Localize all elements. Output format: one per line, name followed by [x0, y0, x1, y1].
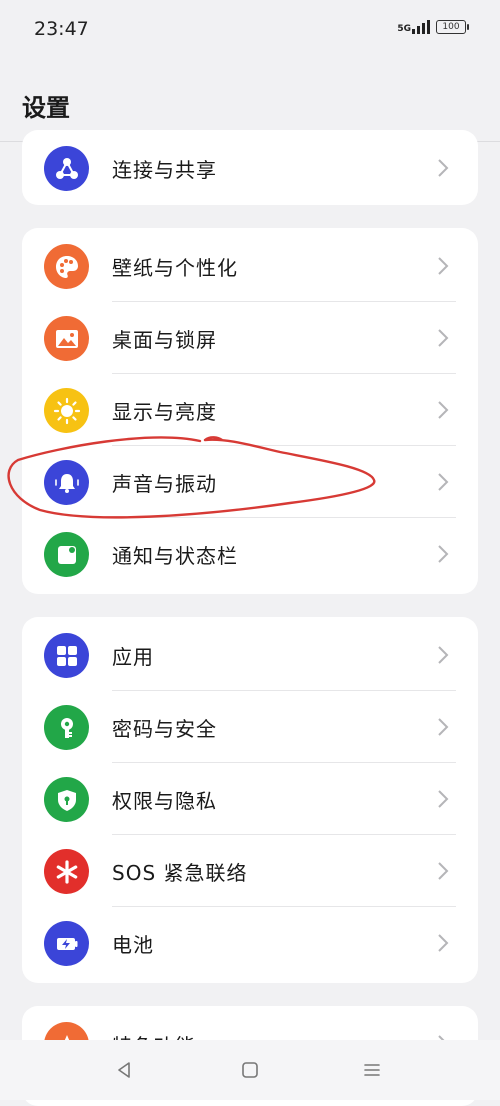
chevron-right-icon	[438, 159, 449, 177]
setting-label: 壁纸与个性化	[112, 256, 238, 280]
setting-label: SOS 紧急联络	[112, 861, 248, 885]
setting-item-connect-share[interactable]: 连接与共享	[22, 132, 478, 204]
setting-label: 权限与隐私	[112, 789, 217, 813]
setting-label: 应用	[112, 645, 154, 669]
bell-icon	[44, 460, 89, 505]
setting-label: 密码与安全	[112, 717, 217, 741]
setting-item-sound[interactable]: 声音与振动	[22, 446, 478, 518]
setting-label: 桌面与锁屏	[112, 328, 217, 352]
setting-item-wallpaper[interactable]: 壁纸与个性化	[22, 230, 478, 302]
navigation-bar	[0, 1040, 500, 1100]
chevron-right-icon	[438, 862, 449, 880]
setting-item-battery[interactable]: 电池	[22, 907, 478, 979]
status-icons: 5G 100	[397, 20, 469, 34]
setting-label: 电池	[112, 933, 154, 957]
chevron-right-icon	[438, 473, 449, 491]
image-icon	[44, 316, 89, 361]
chevron-right-icon	[438, 790, 449, 808]
setting-item-desktop-lock[interactable]: 桌面与锁屏	[22, 302, 478, 374]
setting-item-notifications[interactable]: 通知与状态栏	[22, 518, 478, 590]
chevron-right-icon	[438, 257, 449, 275]
status-time: 23:47	[34, 18, 89, 40]
setting-item-sos[interactable]: SOS 紧急联络	[22, 835, 478, 907]
settings-group-apps: 应用 密码与安全 权限与隐私 SOS 紧急联络 电池	[22, 617, 478, 983]
setting-item-password-security[interactable]: 密码与安全	[22, 691, 478, 763]
setting-item-display[interactable]: 显示与亮度	[22, 374, 478, 446]
battery-icon: 100	[436, 20, 469, 34]
recents-icon[interactable]	[358, 1056, 386, 1084]
setting-item-privacy[interactable]: 权限与隐私	[22, 763, 478, 835]
sun-icon	[44, 388, 89, 433]
share-icon	[44, 146, 89, 191]
setting-item-apps[interactable]: 应用	[22, 619, 478, 691]
setting-label: 连接与共享	[112, 158, 217, 182]
chevron-right-icon	[438, 646, 449, 664]
status-bar: 23:47 5G 100	[0, 0, 500, 62]
page-title: 设置	[22, 94, 70, 122]
chevron-right-icon	[438, 718, 449, 736]
home-icon[interactable]	[236, 1056, 264, 1084]
chevron-right-icon	[438, 401, 449, 419]
setting-label: 通知与状态栏	[112, 544, 238, 568]
chevron-right-icon	[438, 934, 449, 952]
chevron-right-icon	[438, 329, 449, 347]
settings-group-personalize: 壁纸与个性化 桌面与锁屏 显示与亮度 声音与振动 通知与状态栏	[22, 228, 478, 594]
signal-icon: 5G	[397, 20, 430, 34]
palette-icon	[44, 244, 89, 289]
battery-charge-icon	[44, 921, 89, 966]
settings-group-connect: 连接与共享	[22, 130, 478, 205]
shield-lock-icon	[44, 777, 89, 822]
setting-label: 显示与亮度	[112, 400, 217, 424]
chevron-right-icon	[438, 545, 449, 563]
asterisk-icon	[44, 849, 89, 894]
key-icon	[44, 705, 89, 750]
notification-icon	[44, 532, 89, 577]
network-type: 5G	[397, 24, 411, 34]
apps-grid-icon	[44, 633, 89, 678]
setting-label: 声音与振动	[112, 472, 217, 496]
back-icon[interactable]	[110, 1056, 138, 1084]
